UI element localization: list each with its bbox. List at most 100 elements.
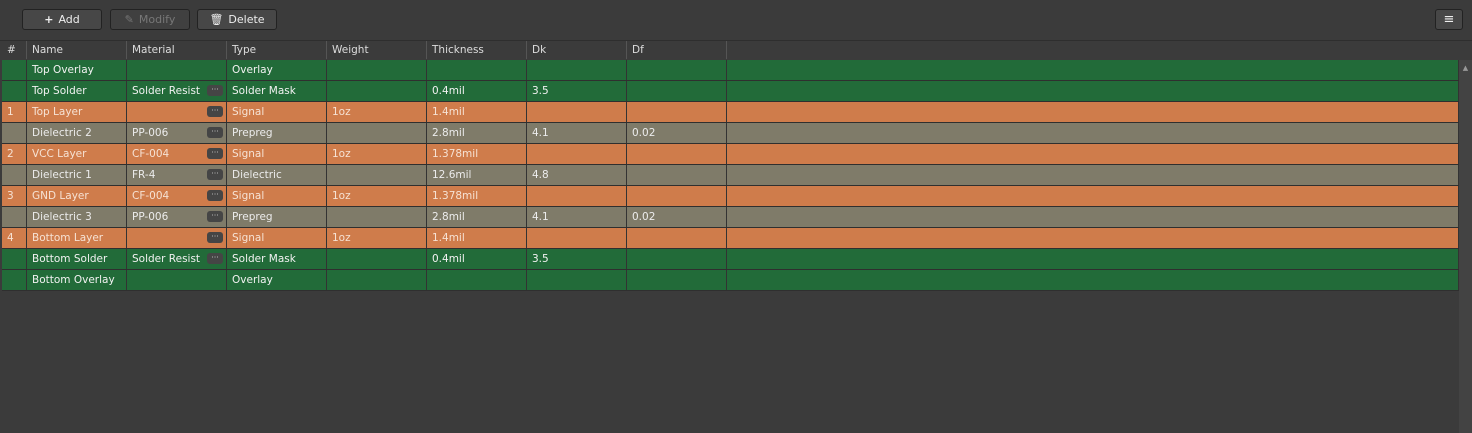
cell-dk[interactable] — [527, 228, 627, 248]
cell-layer-name[interactable]: GND Layer — [27, 186, 127, 206]
cell-thickness[interactable] — [427, 270, 527, 290]
cell-material[interactable]: PP-006 ··· — [127, 207, 227, 227]
cell-layer-name[interactable]: Bottom Layer — [27, 228, 127, 248]
cell-thickness[interactable]: 1.378mil — [427, 186, 527, 206]
cell-layer-type[interactable]: Solder Mask — [227, 81, 327, 101]
cell-layer-number[interactable] — [2, 249, 27, 269]
cell-dk[interactable] — [527, 270, 627, 290]
cell-weight[interactable] — [327, 81, 427, 101]
scroll-up-icon[interactable]: ▲ — [1459, 64, 1472, 72]
material-browse-button[interactable]: ··· — [207, 169, 223, 180]
cell-weight[interactable] — [327, 249, 427, 269]
cell-thickness[interactable]: 12.6mil — [427, 165, 527, 185]
col-header-dk[interactable]: Dk — [527, 41, 627, 59]
table-row[interactable]: Dielectric 3 PP-006 ··· Prepreg 2.8mil 4.1 0.0… — [2, 207, 1459, 228]
cell-layer-name[interactable]: Bottom Overlay — [27, 270, 127, 290]
menu-button[interactable]: ≡ — [1435, 9, 1463, 30]
cell-dk[interactable]: 4.1 — [527, 207, 627, 227]
cell-df[interactable] — [627, 102, 727, 122]
cell-dk[interactable]: 3.5 — [527, 249, 627, 269]
cell-thickness[interactable]: 0.4mil — [427, 249, 527, 269]
cell-weight[interactable] — [327, 165, 427, 185]
cell-layer-type[interactable]: Solder Mask — [227, 249, 327, 269]
cell-thickness[interactable]: 2.8mil — [427, 123, 527, 143]
cell-layer-type[interactable]: Signal — [227, 102, 327, 122]
add-button[interactable]: + Add — [22, 9, 102, 30]
cell-layer-name[interactable]: Dielectric 3 — [27, 207, 127, 227]
material-browse-button[interactable]: ··· — [207, 148, 223, 159]
cell-layer-type[interactable]: Dielectric — [227, 165, 327, 185]
col-header-name[interactable]: Name — [27, 41, 127, 59]
cell-layer-number[interactable]: 3 — [2, 186, 27, 206]
table-row[interactable]: Dielectric 1 FR-4 ··· Dielectric 12.6mil 4.8 — [2, 165, 1459, 186]
cell-layer-number[interactable] — [2, 270, 27, 290]
cell-layer-number[interactable] — [2, 60, 27, 80]
cell-weight[interactable] — [327, 207, 427, 227]
cell-thickness[interactable]: 2.8mil — [427, 207, 527, 227]
cell-thickness[interactable]: 1.4mil — [427, 228, 527, 248]
material-browse-button[interactable]: ··· — [207, 232, 223, 243]
cell-dk[interactable] — [527, 102, 627, 122]
cell-thickness[interactable]: 1.378mil — [427, 144, 527, 164]
cell-layer-type[interactable]: Overlay — [227, 270, 327, 290]
cell-dk[interactable] — [527, 186, 627, 206]
cell-dk[interactable]: 4.8 — [527, 165, 627, 185]
cell-layer-type[interactable]: Signal — [227, 228, 327, 248]
cell-layer-number[interactable] — [2, 207, 27, 227]
cell-layer-name[interactable]: Dielectric 2 — [27, 123, 127, 143]
cell-layer-name[interactable]: Top Layer — [27, 102, 127, 122]
cell-material[interactable]: ··· — [127, 228, 227, 248]
cell-material[interactable]: Solder Resist ··· — [127, 81, 227, 101]
col-header-type[interactable]: Type — [227, 41, 327, 59]
cell-layer-name[interactable]: Top Solder — [27, 81, 127, 101]
cell-layer-number[interactable] — [2, 123, 27, 143]
cell-material[interactable] — [127, 60, 227, 80]
cell-df[interactable] — [627, 60, 727, 80]
cell-df[interactable] — [627, 249, 727, 269]
cell-layer-type[interactable]: Signal — [227, 186, 327, 206]
cell-layer-number[interactable]: 4 — [2, 228, 27, 248]
cell-layer-name[interactable]: Dielectric 1 — [27, 165, 127, 185]
cell-df[interactable] — [627, 81, 727, 101]
cell-layer-type[interactable]: Signal — [227, 144, 327, 164]
material-browse-button[interactable]: ··· — [207, 127, 223, 138]
cell-layer-type[interactable]: Prepreg — [227, 123, 327, 143]
vertical-scrollbar[interactable]: ▲ — [1459, 60, 1472, 433]
material-browse-button[interactable]: ··· — [207, 211, 223, 222]
cell-thickness[interactable]: 0.4mil — [427, 81, 527, 101]
table-row[interactable]: Dielectric 2 PP-006 ··· Prepreg 2.8mil 4.1 0.0… — [2, 123, 1459, 144]
material-browse-button[interactable]: ··· — [207, 106, 223, 117]
cell-material[interactable]: Solder Resist ··· — [127, 249, 227, 269]
cell-material[interactable] — [127, 270, 227, 290]
cell-material[interactable]: FR-4 ··· — [127, 165, 227, 185]
cell-weight[interactable]: 1oz — [327, 228, 427, 248]
cell-dk[interactable] — [527, 144, 627, 164]
table-row[interactable]: Bottom Overlay Overlay — [2, 270, 1459, 291]
col-header-weight[interactable]: Weight — [327, 41, 427, 59]
cell-dk[interactable]: 3.5 — [527, 81, 627, 101]
cell-df[interactable] — [627, 165, 727, 185]
cell-weight[interactable]: 1oz — [327, 186, 427, 206]
cell-layer-number[interactable]: 2 — [2, 144, 27, 164]
cell-layer-number[interactable]: 1 — [2, 102, 27, 122]
cell-layer-type[interactable]: Prepreg — [227, 207, 327, 227]
cell-layer-type[interactable]: Overlay — [227, 60, 327, 80]
col-header-thickness[interactable]: Thickness — [427, 41, 527, 59]
cell-dk[interactable]: 4.1 — [527, 123, 627, 143]
material-browse-button[interactable]: ··· — [207, 253, 223, 264]
cell-weight[interactable] — [327, 60, 427, 80]
cell-df[interactable] — [627, 144, 727, 164]
cell-thickness[interactable] — [427, 60, 527, 80]
cell-thickness[interactable]: 1.4mil — [427, 102, 527, 122]
cell-layer-name[interactable]: Bottom Solder — [27, 249, 127, 269]
delete-button[interactable]: 🗑 Delete — [197, 9, 277, 30]
cell-df[interactable] — [627, 186, 727, 206]
table-row[interactable]: 2 VCC Layer CF-004 ··· Signal 1oz 1.378mil — [2, 144, 1459, 165]
cell-weight[interactable]: 1oz — [327, 102, 427, 122]
cell-weight[interactable] — [327, 123, 427, 143]
cell-material[interactable]: ··· — [127, 102, 227, 122]
table-row[interactable]: Top Overlay Overlay — [2, 60, 1459, 81]
table-row[interactable]: 3 GND Layer CF-004 ··· Signal 1oz 1.378mil — [2, 186, 1459, 207]
table-row[interactable]: 1 Top Layer ··· Signal 1oz 1.4mil — [2, 102, 1459, 123]
cell-layer-name[interactable]: VCC Layer — [27, 144, 127, 164]
